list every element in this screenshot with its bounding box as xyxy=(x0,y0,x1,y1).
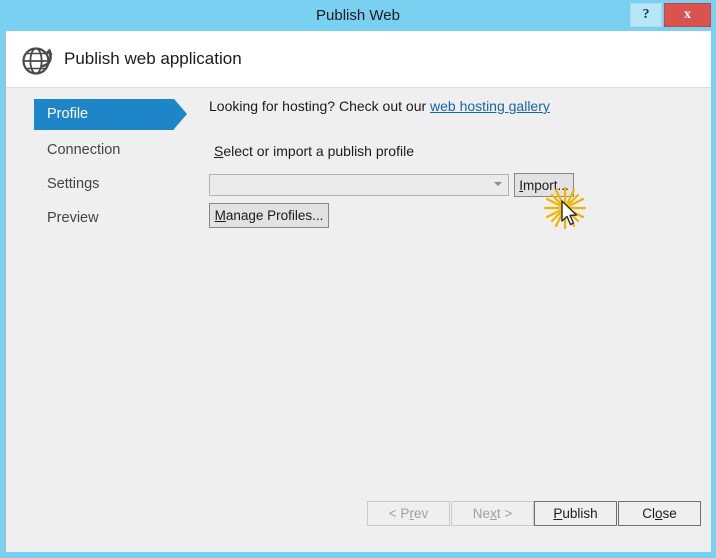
sidebar-item-label: Connection xyxy=(47,142,121,158)
hosting-prompt: Looking for hosting? Check out our web h… xyxy=(209,98,550,114)
profile-pane: Looking for hosting? Check out our web h… xyxy=(196,88,711,552)
close-window-button[interactable]: x xyxy=(664,3,711,27)
next-accelerator: x xyxy=(490,506,497,521)
close-label-post: se xyxy=(662,506,677,521)
sidebar-item-settings[interactable]: Settings xyxy=(39,169,99,200)
question-mark-icon: ? xyxy=(642,7,650,22)
prev-label-post: ev xyxy=(413,506,429,521)
publish-profile-combobox[interactable] xyxy=(209,174,509,196)
manage-profiles-accelerator: M xyxy=(214,208,226,223)
profile-label-accelerator: S xyxy=(214,143,224,159)
globe-publish-icon xyxy=(22,47,53,75)
sidebar-item-label: Preview xyxy=(47,210,99,226)
close-accelerator: o xyxy=(654,506,663,521)
next-button[interactable]: Ne x t > xyxy=(451,501,534,526)
dialog-header: Publish web application xyxy=(6,31,711,88)
publish-web-dialog: Publish Web ? x Publish web application xyxy=(0,0,716,558)
close-label-pre: Cl xyxy=(642,506,655,521)
import-button[interactable]: Import... xyxy=(514,173,574,197)
sidebar-item-label: Settings xyxy=(47,176,100,192)
sidebar-item-label: Profile xyxy=(47,106,89,122)
dialog-footer: < Pr ev Ne x t > Publish Cl o se xyxy=(6,492,711,552)
prev-label-pre: < P xyxy=(388,506,410,521)
publish-label-post: ublish xyxy=(562,506,598,521)
sidebar-item-preview[interactable]: Preview xyxy=(39,203,99,234)
titlebar-button-group: ? x xyxy=(630,3,711,27)
web-hosting-gallery-link[interactable]: web hosting gallery xyxy=(430,98,550,114)
dialog-body: Profile Connection Settings Preview Look… xyxy=(6,88,711,552)
chevron-down-icon xyxy=(494,182,502,186)
profile-label-text: elect or import a publish profile xyxy=(223,143,414,159)
help-button[interactable]: ? xyxy=(630,3,662,27)
close-icon: x xyxy=(684,7,691,22)
profile-select-label: Select or import a publish profile xyxy=(214,143,414,159)
window-title: Publish Web xyxy=(316,7,400,24)
sidebar-item-profile[interactable]: Profile xyxy=(34,99,187,130)
manage-profiles-label: anage Profiles... xyxy=(225,208,324,223)
prev-button[interactable]: < Pr ev xyxy=(367,501,450,526)
wizard-steps-sidebar: Profile Connection Settings Preview xyxy=(6,88,196,552)
next-label-post: t > xyxy=(496,506,513,521)
page-title: Publish web application xyxy=(64,49,242,68)
hosting-prompt-text: Looking for hosting? Check out our xyxy=(209,98,431,114)
dialog-frame: Publish web application Profile Connecti… xyxy=(5,31,711,552)
sidebar-item-connection[interactable]: Connection xyxy=(39,135,120,166)
close-button[interactable]: Cl o se xyxy=(618,501,701,526)
next-label-pre: Ne xyxy=(472,506,491,521)
title-bar: Publish Web ? x xyxy=(0,0,716,31)
publish-button[interactable]: Publish xyxy=(534,501,617,526)
publish-accelerator: P xyxy=(553,506,563,521)
import-button-label: mport... xyxy=(523,177,569,193)
manage-profiles-button[interactable]: Manage Profiles... xyxy=(209,203,329,228)
